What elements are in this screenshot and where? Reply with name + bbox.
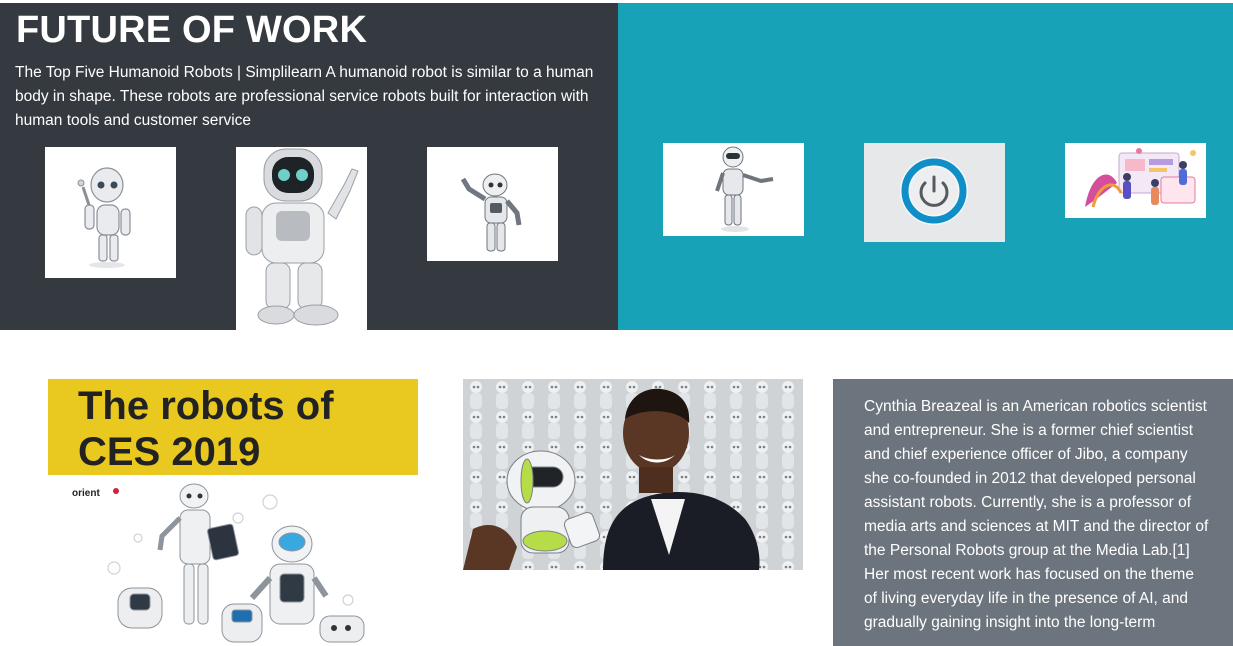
hero-section: FUTURE OF WORK The Top Five Humanoid Rob… [0, 3, 618, 330]
page-title: FUTURE OF WORK [16, 9, 368, 51]
orient-logo: orient [72, 488, 100, 499]
ces-heading: The robots of CES 2019 [78, 384, 334, 474]
robot-thumbnail-3[interactable] [427, 147, 558, 261]
gallery-section [618, 3, 1233, 330]
hero-description: The Top Five Humanoid Robots | Simplilea… [15, 64, 594, 129]
team-illustration-thumbnail[interactable] [1065, 143, 1206, 218]
bio-text: Cynthia Breazeal is an American robotics… [864, 398, 1209, 631]
bio-panel: Cynthia Breazeal is an American robotics… [833, 379, 1233, 646]
ces-robots-image[interactable]: orient [48, 478, 418, 646]
man-with-robot-photo[interactable] [463, 379, 803, 570]
robot-thumbnail-2[interactable] [236, 147, 367, 330]
ces-heading-banner: The robots of CES 2019 [48, 379, 418, 475]
robot-thumbnail-1[interactable] [45, 147, 176, 278]
robot-thumbnail-4[interactable] [663, 143, 804, 236]
power-button-thumbnail[interactable] [864, 143, 1005, 242]
